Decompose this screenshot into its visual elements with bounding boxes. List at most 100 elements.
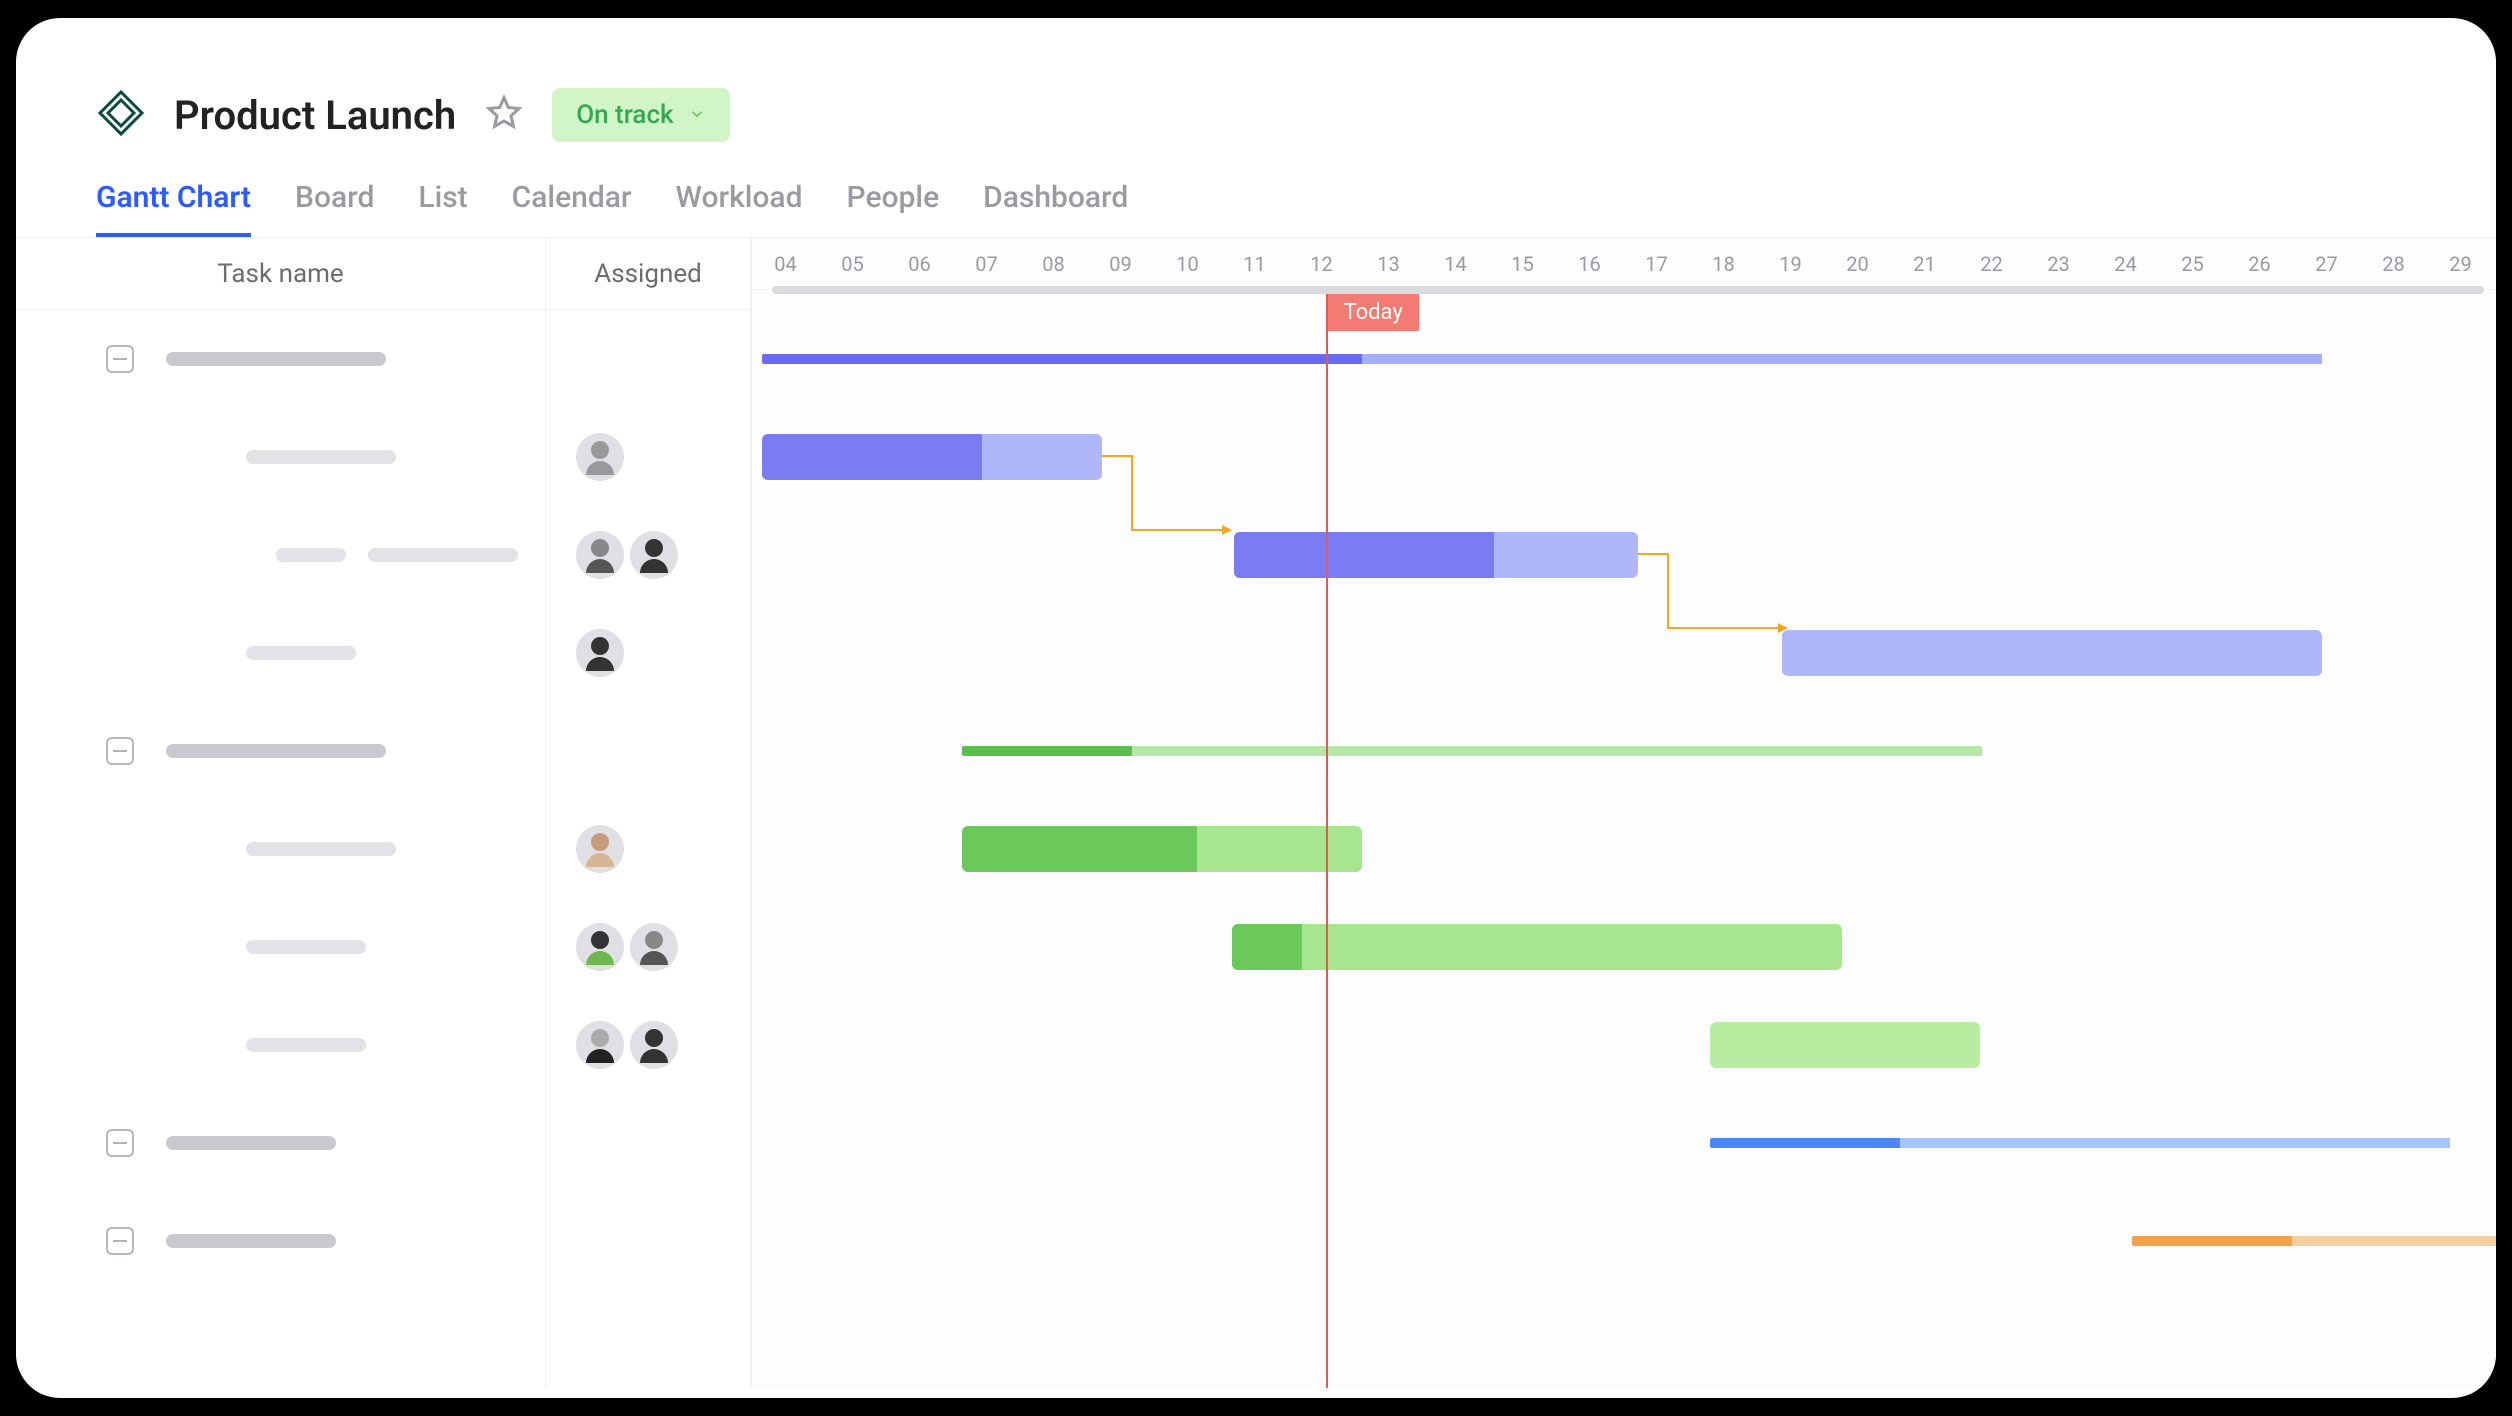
timeline-date-cell: 26 xyxy=(2226,238,2293,289)
assigned-cell xyxy=(546,1192,750,1290)
task-name-placeholder xyxy=(166,1234,336,1248)
tab-gantt-chart[interactable]: Gantt Chart xyxy=(96,162,251,237)
gantt-task-row xyxy=(752,996,2496,1094)
task-name-placeholder xyxy=(368,548,518,562)
timeline-date-cell: 08 xyxy=(1020,238,1087,289)
group-summary-bar[interactable] xyxy=(1710,1138,2450,1148)
gantt-worksurface: Task name xyxy=(16,238,2496,1388)
gantt-task-row xyxy=(752,800,2496,898)
timeline-date-cell: 30 xyxy=(2494,238,2496,289)
gantt-group-bar-row xyxy=(752,1094,2496,1192)
assigned-cell[interactable] xyxy=(546,898,750,996)
timeline-date-cell: 15 xyxy=(1489,238,1556,289)
task-row[interactable] xyxy=(16,996,545,1094)
view-tabs: Gantt Chart Board List Calendar Workload… xyxy=(16,162,2496,238)
tab-calendar[interactable]: Calendar xyxy=(512,162,632,237)
gantt-task-bar[interactable] xyxy=(962,826,1362,872)
gantt-task-bar[interactable] xyxy=(1234,532,1638,578)
timeline-date-cell: 04 xyxy=(752,238,819,289)
timeline-date-cell: 16 xyxy=(1556,238,1623,289)
timeline-date-cell: 10 xyxy=(1154,238,1221,289)
task-row[interactable] xyxy=(16,898,545,996)
task-group-row[interactable] xyxy=(16,1192,545,1290)
timeline-date-cell: 05 xyxy=(819,238,886,289)
assigned-cell[interactable] xyxy=(546,408,750,506)
column-header-assigned: Assigned xyxy=(546,238,750,310)
today-marker-label: Today xyxy=(1328,294,1419,331)
project-icon xyxy=(96,88,146,142)
project-title: Product Launch xyxy=(174,92,456,139)
assigned-cell[interactable] xyxy=(546,506,750,604)
avatar[interactable] xyxy=(630,531,678,579)
chevron-down-icon xyxy=(688,100,706,130)
avatar[interactable] xyxy=(576,1021,624,1069)
status-label: On track xyxy=(576,100,673,130)
timeline-date-cell: 24 xyxy=(2092,238,2159,289)
assigned-cell[interactable] xyxy=(546,800,750,898)
avatar[interactable] xyxy=(576,825,624,873)
avatar[interactable] xyxy=(576,433,624,481)
timeline-date-header: 0405060708091011121314151617181920212223… xyxy=(752,238,2496,290)
tab-people[interactable]: People xyxy=(847,162,940,237)
avatar[interactable] xyxy=(576,531,624,579)
project-header: Product Launch On track xyxy=(16,18,2496,162)
collapse-toggle-icon[interactable] xyxy=(106,1129,134,1157)
task-row[interactable] xyxy=(16,506,545,604)
task-name-placeholder xyxy=(246,940,366,954)
task-group-row[interactable] xyxy=(16,310,545,408)
assigned-cell xyxy=(546,310,750,408)
collapse-toggle-icon[interactable] xyxy=(106,345,134,373)
group-summary-bar[interactable] xyxy=(762,354,2322,364)
tab-workload[interactable]: Workload xyxy=(676,162,803,237)
gantt-timeline[interactable]: 0405060708091011121314151617181920212223… xyxy=(752,238,2496,1388)
avatar[interactable] xyxy=(630,923,678,971)
timeline-date-cell: 09 xyxy=(1087,238,1154,289)
task-name-placeholder xyxy=(246,646,356,660)
task-group-row[interactable] xyxy=(16,1094,545,1192)
timeline-date-cell: 27 xyxy=(2293,238,2360,289)
task-name-placeholder xyxy=(166,352,386,366)
timeline-date-cell: 20 xyxy=(1824,238,1891,289)
assigned-cell xyxy=(546,1094,750,1192)
tab-list[interactable]: List xyxy=(418,162,467,237)
gantt-task-bar[interactable] xyxy=(1232,924,1842,970)
tab-dashboard[interactable]: Dashboard xyxy=(983,162,1128,237)
task-row[interactable] xyxy=(16,604,545,702)
gantt-task-row xyxy=(752,604,2496,702)
timeline-scrollbar[interactable] xyxy=(772,286,2484,294)
column-header-task-name: Task name xyxy=(16,238,545,310)
collapse-toggle-icon[interactable] xyxy=(106,737,134,765)
task-name-placeholder xyxy=(166,1136,336,1150)
timeline-date-cell: 14 xyxy=(1422,238,1489,289)
avatar[interactable] xyxy=(576,923,624,971)
group-summary-bar[interactable] xyxy=(962,746,1982,756)
task-row[interactable] xyxy=(16,408,545,506)
gantt-task-row xyxy=(752,408,2496,506)
assigned-cell[interactable] xyxy=(546,996,750,1094)
avatar[interactable] xyxy=(576,629,624,677)
task-name-placeholder xyxy=(166,744,386,758)
task-row[interactable] xyxy=(16,800,545,898)
gantt-task-bar[interactable] xyxy=(1782,630,2322,676)
timeline-date-cell: 06 xyxy=(886,238,953,289)
task-name-placeholder xyxy=(246,450,396,464)
group-summary-bar[interactable] xyxy=(2132,1236,2496,1246)
column-task-name: Task name xyxy=(16,238,546,1388)
gantt-task-bar[interactable] xyxy=(1710,1022,1980,1068)
timeline-date-cell: 11 xyxy=(1221,238,1288,289)
timeline-date-cell: 29 xyxy=(2427,238,2494,289)
column-assigned: Assigned xyxy=(546,238,751,1388)
task-name-placeholder xyxy=(246,1038,366,1052)
tab-board[interactable]: Board xyxy=(295,162,374,237)
collapse-toggle-icon[interactable] xyxy=(106,1227,134,1255)
timeline-date-cell: 07 xyxy=(953,238,1020,289)
task-name-placeholder xyxy=(276,548,346,562)
timeline-date-cell: 18 xyxy=(1690,238,1757,289)
today-marker-line xyxy=(1326,294,1328,1388)
task-group-row[interactable] xyxy=(16,702,545,800)
assigned-cell[interactable] xyxy=(546,604,750,702)
favorite-star-icon[interactable] xyxy=(484,93,524,137)
project-status-dropdown[interactable]: On track xyxy=(552,88,729,142)
gantt-task-bar[interactable] xyxy=(762,434,1102,480)
avatar[interactable] xyxy=(630,1021,678,1069)
